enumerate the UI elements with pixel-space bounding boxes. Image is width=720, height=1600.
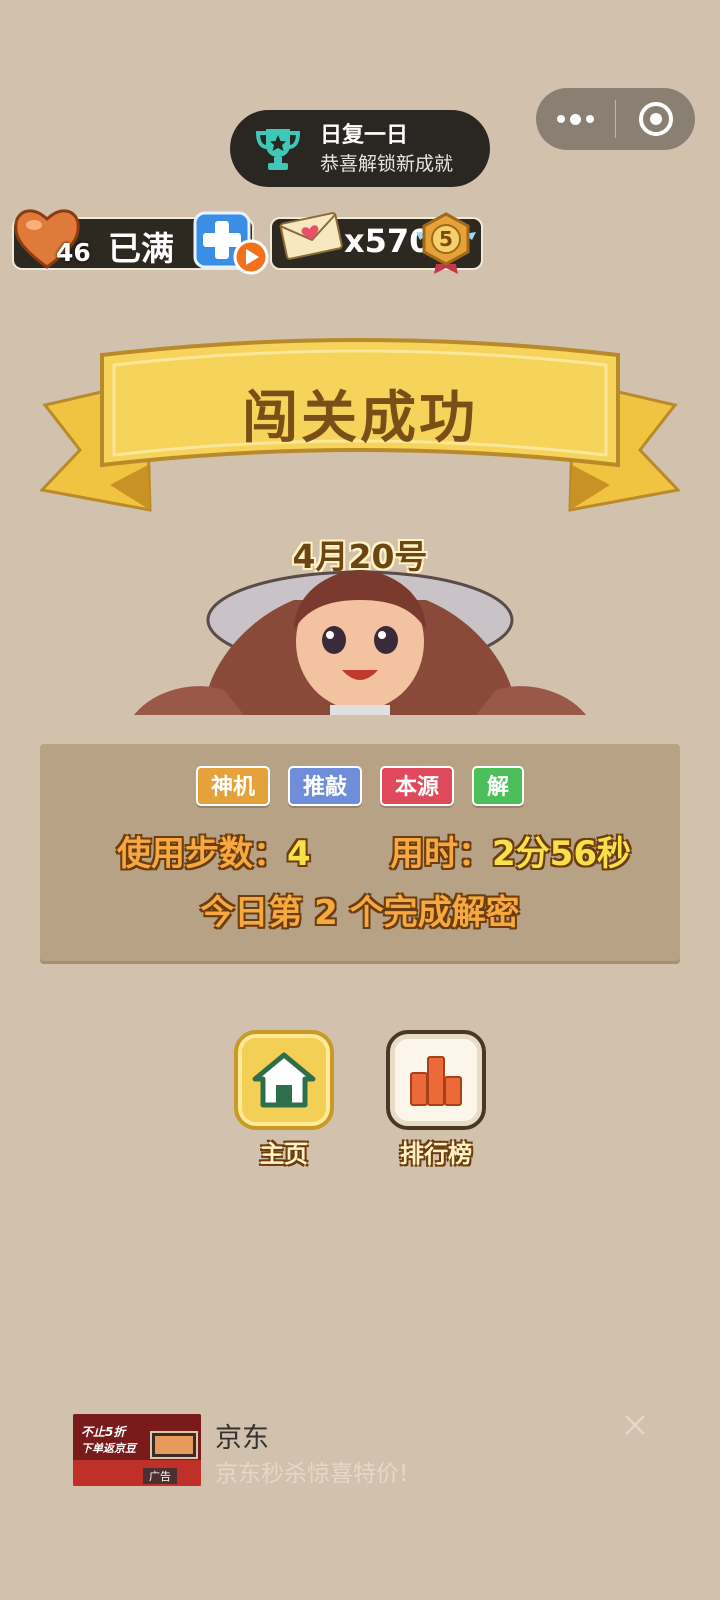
leaderboard-icon <box>410 1056 462 1106</box>
time-value: 2分56秒 <box>492 834 631 874</box>
close-ad-icon[interactable] <box>620 1410 650 1440</box>
steps-value: 4 <box>287 834 311 874</box>
leaderboard-label: 排行榜 <box>400 1140 472 1168</box>
ad-thumb-text-2: 下单返京豆 <box>81 1442 138 1455</box>
achievement-title: 日复一日 <box>320 122 409 148</box>
level-number: 5 <box>439 227 453 251</box>
technique-tags: 神机 推敲 本源 解 <box>0 766 720 806</box>
more-options-button[interactable] <box>536 88 615 150</box>
target-icon <box>638 102 673 136</box>
lives-status: 已满 <box>108 229 174 268</box>
success-title: 闯关成功 <box>242 386 478 451</box>
ad-label: 广告 <box>149 1470 171 1483</box>
leaderboard-button[interactable]: 排行榜 <box>386 1030 486 1169</box>
envelope-icon <box>279 212 343 260</box>
tag-benyuan[interactable]: 本源 <box>380 766 455 806</box>
home-icon <box>252 1052 316 1108</box>
add-lives-button[interactable] <box>193 211 271 277</box>
home-button[interactable]: 主页 <box>234 1030 334 1169</box>
daily-rank: 今日第 2 个完成解密 <box>0 885 720 934</box>
ad-brand[interactable]: 京东 <box>215 1416 269 1455</box>
achievement-toast: 日复一日 恭喜解锁新成就 <box>230 110 490 187</box>
tag-jie[interactable]: 解 <box>472 766 525 806</box>
more-dot-icon <box>570 113 581 125</box>
close-miniprogram-button[interactable] <box>616 88 695 150</box>
ad-image: 不止5折 下单返京豆 广告 <box>73 1414 201 1486</box>
tag-shenji[interactable]: 神机 <box>195 766 270 806</box>
tag-tuiqiao[interactable]: 推敲 <box>287 766 362 806</box>
level-badge-icon: 5 <box>416 212 476 274</box>
achievement-subtitle: 恭喜解锁新成就 <box>320 152 454 175</box>
daily-rank-text: 今日第 2 个完成解密 <box>200 893 520 933</box>
time-stat: 用时：2分56秒 <box>390 826 631 875</box>
trophy-icon <box>255 128 301 170</box>
character-illustration <box>134 570 586 715</box>
more-dot-icon <box>586 115 594 123</box>
lives-count: 46 <box>56 238 91 267</box>
steps-label: 使用步数： <box>117 834 287 874</box>
home-label: 主页 <box>260 1140 308 1168</box>
more-dot-icon <box>557 115 565 123</box>
steps-stat: 使用步数：4 <box>117 826 311 875</box>
time-label: 用时： <box>390 834 492 874</box>
miniprogram-capsule <box>536 88 695 150</box>
ad-thumb-text-1: 不止5折 <box>81 1425 127 1439</box>
ad-thumbnail[interactable]: 不止5折 下单返京豆 广告 <box>73 1414 201 1486</box>
ad-description[interactable]: 京东秒杀惊喜特价! <box>215 1454 408 1488</box>
